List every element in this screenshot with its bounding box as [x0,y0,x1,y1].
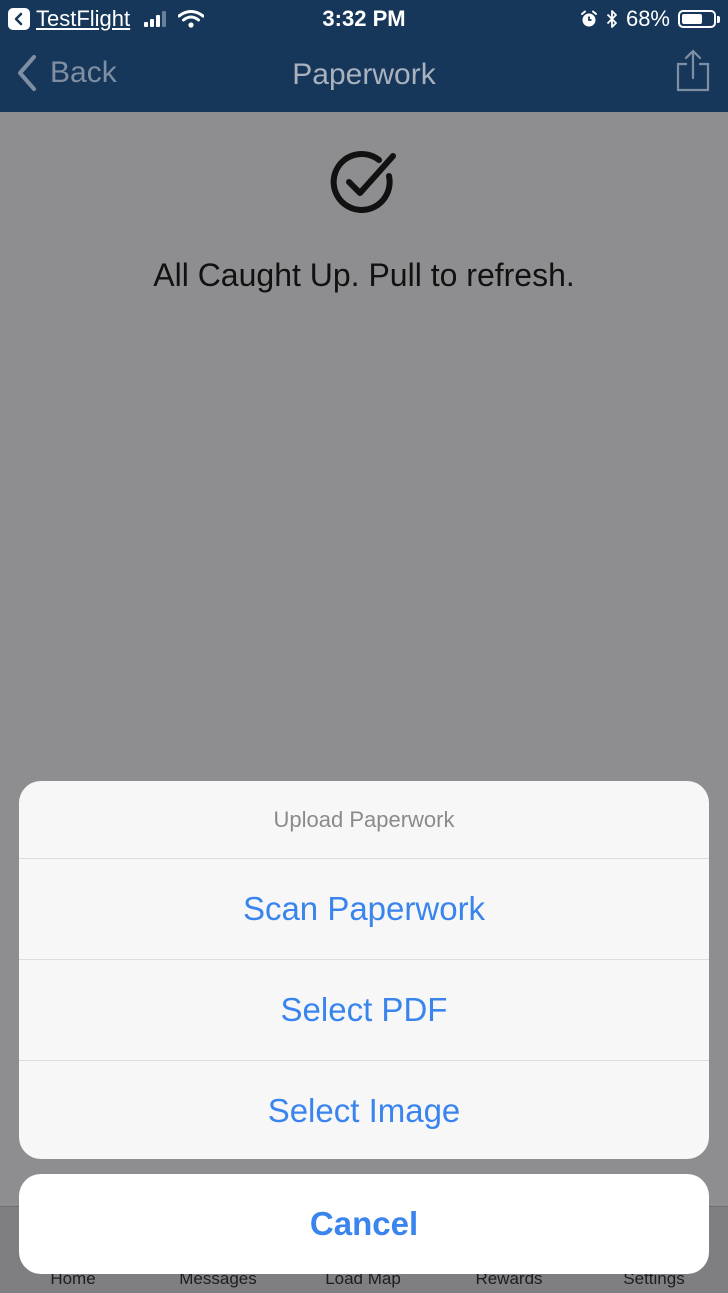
battery-icon [678,10,720,28]
battery-percent: 68% [625,6,670,31]
empty-state-message: All Caught Up. Pull to refresh. [153,257,575,293]
bluetooth-icon [606,10,617,28]
select-pdf-button[interactable]: Select PDF [19,960,709,1061]
share-icon [676,49,710,92]
scan-paperwork-button[interactable]: Scan Paperwork [19,859,709,960]
select-image-button[interactable]: Select Image [19,1061,709,1159]
action-sheet: Upload Paperwork Scan Paperwork Select P… [19,781,709,1159]
cancel-button[interactable]: Cancel [19,1174,709,1274]
action-sheet-title: Upload Paperwork [19,781,709,859]
status-bar: TestFlight 3:32 PM 68% [0,0,728,38]
checkmark-circle-icon [330,151,396,213]
share-button[interactable] [676,48,710,97]
navigation-bar: Back Paperwork [0,38,728,112]
alarm-icon [580,10,597,27]
status-bar-right: 68% [572,6,720,32]
page-title: Paperwork [292,58,436,91]
battery-fill [682,14,703,24]
